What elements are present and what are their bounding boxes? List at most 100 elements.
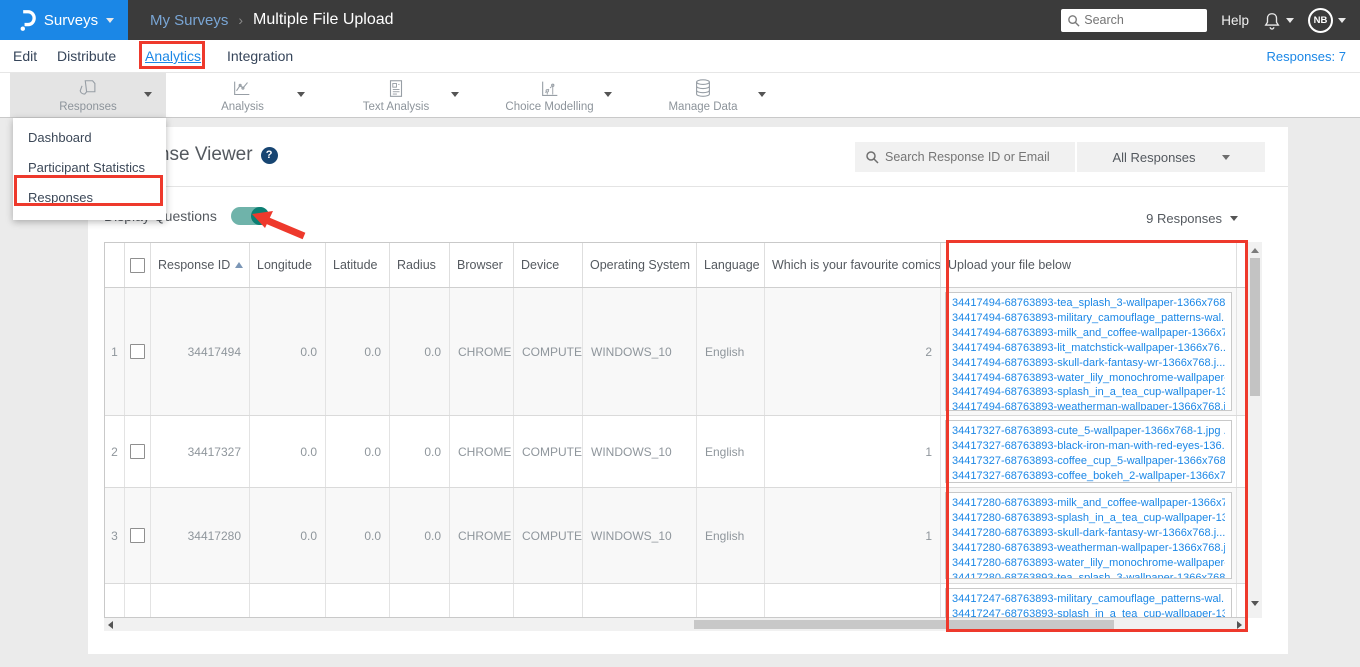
toolbar-manage-data[interactable]: Manage Data <box>626 73 780 117</box>
tab-integration[interactable]: Integration <box>227 40 293 72</box>
file-list: 34417494-68763893-tea_splash_3-wallpaper… <box>945 292 1232 411</box>
row-checkbox[interactable] <box>130 528 145 543</box>
text-analysis-icon <box>389 79 403 97</box>
file-link[interactable]: 34417280-68763893-splash_in_a_tea_cup-wa… <box>952 511 1225 526</box>
survey-nav: Edit Distribute Analytics Integration Re… <box>0 40 1360 73</box>
breadcrumb-my-surveys[interactable]: My Surveys <box>150 12 228 29</box>
manage-data-icon <box>696 78 710 97</box>
column-header: Browser <box>450 243 514 287</box>
account-menu[interactable]: NB <box>1308 7 1346 33</box>
file-link[interactable]: 34417327-68763893-cute_5-wallpaper-1366x… <box>952 424 1225 439</box>
cell-checkbox <box>125 488 151 583</box>
cell-response-id: 34417494 <box>151 288 250 415</box>
column-header <box>125 243 151 287</box>
responses-table: Response ID Longitude Latitude Radius Browse… <box>104 242 1248 618</box>
cell-longitude <box>250 584 326 617</box>
responses-dropdown-menu: Dashboard Participant Statistics Respons… <box>13 118 166 220</box>
toolbar-manage-data-label: Manage Data <box>668 100 738 113</box>
row-checkbox[interactable] <box>130 444 145 459</box>
toolbar-analysis[interactable]: Analysis <box>166 73 319 117</box>
cell-os: WINDOWS_10 <box>583 416 697 487</box>
toolbar-choice-modelling[interactable]: Choice Modelling <box>473 73 626 117</box>
scroll-down-icon[interactable] <box>1251 601 1259 606</box>
cell-radius: 0.0 <box>390 288 450 415</box>
file-link[interactable]: 34417327-68763893-coffee_cup_5-wallpaper… <box>952 454 1225 469</box>
app-screen: Surveys My Surveys › Multiple File Uploa… <box>0 0 1360 667</box>
notifications-menu[interactable] <box>1263 11 1294 30</box>
cell-device: COMPUTER <box>514 488 583 583</box>
responses-per-page-dropdown[interactable]: 9 Responses <box>1146 211 1238 226</box>
chevron-down-icon <box>1221 154 1230 160</box>
menu-item-responses[interactable]: Responses <box>13 182 166 212</box>
file-link[interactable]: 34417494-68763893-milk_and_coffee-wallpa… <box>952 326 1225 341</box>
vertical-scrollbar[interactable] <box>1248 242 1262 618</box>
select-all-checkbox[interactable] <box>130 257 145 273</box>
response-search-input[interactable] <box>885 150 1055 164</box>
file-link[interactable]: 34417327-68763893-black-iron-man-with-re… <box>952 439 1225 454</box>
file-link[interactable]: 34417494-68763893-tea_splash_3-wallpaper… <box>952 296 1225 311</box>
menu-item-participant-statistics[interactable]: Participant Statistics <box>13 152 166 182</box>
global-search-input[interactable] <box>1084 13 1195 27</box>
cell-uploaded-files: 34417327-68763893-cute_5-wallpaper-1366x… <box>941 416 1237 487</box>
file-link[interactable]: 34417494-68763893-skull-dark-fantasy-wr-… <box>952 356 1225 371</box>
file-link[interactable]: 34417280-68763893-skull-dark-fantasy-wr-… <box>952 526 1225 541</box>
scroll-right-icon[interactable] <box>1237 621 1242 629</box>
file-link[interactable]: 34417247-68763893-splash_in_a_tea_cup-wa… <box>952 607 1225 617</box>
vertical-scrollbar-thumb[interactable] <box>1250 258 1260 396</box>
file-link[interactable]: 34417327-68763893-coffee_bokeh_2-wallpap… <box>952 469 1225 482</box>
file-link[interactable]: 34417280-68763893-weatherman-wallpaper-1… <box>952 541 1225 556</box>
cell-os <box>583 584 697 617</box>
column-header-label: Radius <box>397 258 436 272</box>
sort-asc-icon <box>235 262 244 268</box>
responses-count: Responses: 7 <box>1266 48 1347 64</box>
help-link[interactable]: Help <box>1221 13 1249 28</box>
tab-analytics[interactable]: Analytics <box>145 40 201 72</box>
help-icon[interactable]: ? <box>260 146 278 164</box>
breadcrumb-current: Multiple File Upload <box>253 11 394 28</box>
chevron-down-icon <box>604 92 612 97</box>
cell-radius <box>390 584 450 617</box>
cell-os: WINDOWS_10 <box>583 488 697 583</box>
avatar: NB <box>1308 7 1333 33</box>
cell-browser: CHROME <box>450 488 514 583</box>
file-link[interactable]: 34417494-68763893-water_lily_monochrome-… <box>952 371 1225 386</box>
toolbar-text-analysis[interactable]: Text Analysis <box>319 73 473 117</box>
horizontal-scrollbar-thumb[interactable] <box>694 620 1114 629</box>
display-questions-toggle[interactable] <box>230 207 269 225</box>
toggle-knob <box>250 207 269 225</box>
tab-distribute[interactable]: Distribute <box>57 40 116 72</box>
scroll-up-icon[interactable] <box>1251 248 1259 253</box>
file-link[interactable]: 34417280-68763893-milk_and_coffee-wallpa… <box>952 496 1225 511</box>
table-header: Response ID Longitude Latitude Radius Browse… <box>105 243 1247 288</box>
cell-os: WINDOWS_10 <box>583 288 697 415</box>
response-filter-value: All Responses <box>1112 149 1196 165</box>
file-link[interactable]: 34417247-68763893-military_camouflage_pa… <box>952 592 1225 607</box>
cell-checkbox <box>125 288 151 415</box>
file-list: 34417247-68763893-military_camouflage_pa… <box>945 588 1232 617</box>
column-header-label: Operating System <box>590 258 691 272</box>
file-link[interactable]: 34417494-68763893-military_camouflage_pa… <box>952 311 1225 326</box>
cell-comics: 1 <box>765 488 941 583</box>
file-link[interactable]: 34417280-68763893-water_lily_monochrome-… <box>952 556 1225 571</box>
row-checkbox[interactable] <box>130 344 145 359</box>
file-link[interactable]: 34417280-68763893-tea_splash_3-wallpaper… <box>952 571 1225 578</box>
toolbar-responses[interactable]: Responses <box>10 73 166 117</box>
surveys-product-menu[interactable]: Surveys <box>0 0 128 40</box>
file-link[interactable]: 34417494-68763893-splash_in_a_tea_cup-wa… <box>952 385 1225 400</box>
menu-item-dashboard[interactable]: Dashboard <box>13 122 166 152</box>
file-link[interactable]: 34417494-68763893-weatherman-wallpaper-1… <box>952 400 1225 410</box>
toolbar-choice-modelling-label: Choice Modelling <box>505 100 594 113</box>
cell-device: COMPUTER <box>514 288 583 415</box>
cell-latitude: 0.0 <box>326 488 390 583</box>
tab-edit[interactable]: Edit <box>13 40 37 72</box>
bell-icon <box>1264 12 1280 30</box>
cell-comics <box>765 584 941 617</box>
cell-language: English <box>697 416 765 487</box>
horizontal-scrollbar[interactable] <box>104 618 1246 631</box>
column-header: Radius <box>390 243 450 287</box>
response-filter-dropdown[interactable]: All Responses <box>1077 142 1265 172</box>
scroll-left-icon[interactable] <box>108 621 113 629</box>
file-link[interactable]: 34417494-68763893-lit_matchstick-wallpap… <box>952 341 1225 356</box>
column-header[interactable]: Response ID <box>151 243 250 287</box>
product-label: Surveys <box>43 11 99 29</box>
